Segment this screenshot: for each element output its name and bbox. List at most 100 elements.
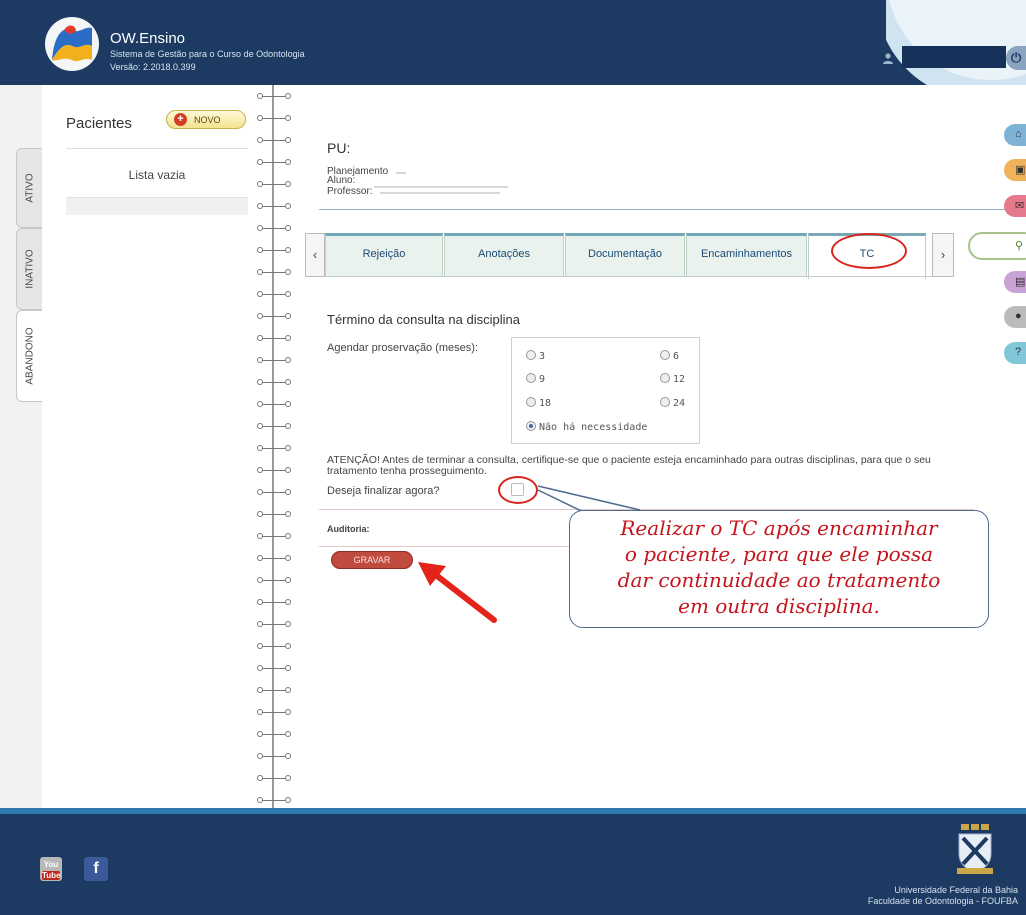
spiral-ring: [255, 599, 293, 607]
help-button[interactable]: ?: [1004, 342, 1026, 364]
radio-icon: [526, 350, 536, 360]
youtube-icon[interactable]: You Tube: [40, 857, 62, 881]
report-icon: ▤: [1015, 276, 1026, 288]
checkbox-highlight-circle: [498, 476, 538, 504]
option-3-label: 3: [539, 351, 546, 362]
youtube-you-text: You: [43, 860, 59, 869]
user-icon: ●: [1015, 310, 1022, 322]
option-no-need-label: Não há necessidade: [539, 422, 648, 433]
option-9[interactable]: 9: [526, 373, 545, 385]
spiral-ring: [255, 423, 293, 431]
app-header: OW.Ensino Sistema de Gestão para o Curso…: [0, 0, 1026, 85]
spiral-ring: [255, 291, 293, 299]
home-button[interactable]: ⌂: [1004, 124, 1026, 146]
callout-pointer-line-2: [537, 485, 641, 511]
option-6[interactable]: 6: [660, 350, 679, 362]
tab-abandono-label: ABANDONO: [24, 327, 35, 385]
option-6-label: 6: [673, 351, 680, 362]
mail-icon: ✉: [1015, 200, 1025, 212]
spiral-ring: [255, 731, 293, 739]
spiral-ring: [255, 467, 293, 475]
spiral-ring: [255, 313, 293, 321]
radio-selected-icon: [526, 421, 536, 431]
pu-label: PU:: [327, 140, 351, 156]
university-name: Universidade Federal da Bahia: [894, 885, 1018, 895]
spiral-ring: [255, 643, 293, 651]
mail-button[interactable]: ✉: [1004, 195, 1026, 217]
spiral-ring: [255, 775, 293, 783]
spiral-ring: [255, 137, 293, 145]
option-24[interactable]: 24: [660, 397, 685, 409]
tabs-baseline: [325, 276, 932, 277]
user-button[interactable]: ●: [1004, 306, 1026, 328]
spiral-ring: [255, 797, 293, 805]
report-button[interactable]: ▤: [1004, 271, 1026, 293]
option-3[interactable]: 3: [526, 350, 545, 362]
empty-list-text: Lista vazia: [128, 168, 186, 182]
option-24-label: 24: [673, 398, 686, 409]
spiral-ring: [255, 621, 293, 629]
spiral-ring: [255, 555, 293, 563]
tab-abandono[interactable]: ABANDONO: [16, 310, 42, 402]
header-decoration: [886, 0, 1026, 85]
option-18-label: 18: [539, 398, 552, 409]
student-value: [374, 186, 508, 188]
spiral-ring: [255, 445, 293, 453]
arrow-head-icon: [418, 562, 446, 586]
spiral-ring: [255, 379, 293, 387]
tab-ativo[interactable]: ATIVO: [16, 148, 42, 228]
spiral-ring: [255, 225, 293, 233]
search-button[interactable]: ⚲: [1004, 235, 1026, 257]
save-button[interactable]: GRAVAR: [331, 551, 413, 569]
option-12-label: 12: [673, 374, 686, 385]
spiral-ring: [255, 269, 293, 277]
tc-highlight-circle: [831, 233, 907, 269]
patients-divider: [66, 148, 248, 149]
logout-button[interactable]: ⏻: [1006, 46, 1026, 70]
option-9-label: 9: [539, 374, 546, 385]
tab-inativo-label: INATIVO: [24, 249, 35, 289]
spiral-ring: [255, 687, 293, 695]
tab-documentacao[interactable]: Documentação: [565, 233, 685, 277]
spiral-ring: [255, 511, 293, 519]
option-no-need[interactable]: Não há necessidade: [526, 421, 647, 433]
facebook-icon[interactable]: f: [84, 857, 108, 881]
professor-label: Professor:: [327, 186, 373, 197]
tabs-next-button[interactable]: ›: [932, 233, 954, 277]
arrow-icon: [429, 569, 497, 623]
app-logo-icon: [45, 17, 99, 71]
tab-anotacoes[interactable]: Anotações: [444, 233, 564, 277]
help-icon: ?: [1015, 346, 1022, 358]
spiral-binding: [255, 85, 293, 808]
spiral-ring: [255, 203, 293, 211]
spiral-ring: [255, 181, 293, 189]
finalize-label: Deseja finalizar agora?: [327, 485, 440, 497]
faculty-name: Faculdade de Odontologia - FOUFBA: [867, 896, 1018, 906]
spiral-ring: [255, 533, 293, 541]
app-subtitle: Sistema de Gestão para o Curso de Odonto…: [110, 49, 305, 59]
annotation-callout: Realizar o TC após encaminhar o paciente…: [569, 510, 989, 628]
new-patient-label: NOVO: [194, 115, 221, 125]
plus-icon: +: [174, 113, 187, 126]
power-icon: ⏻: [1011, 50, 1022, 65]
app-version: Versão: 2.2018.0.399: [110, 62, 196, 72]
option-18[interactable]: 18: [526, 397, 551, 409]
callout-line-1: Realizar o TC após encaminhar: [620, 516, 938, 540]
tab-inativo[interactable]: INATIVO: [16, 228, 42, 310]
spiral-ring: [255, 489, 293, 497]
tab-encaminhamentos[interactable]: Encaminhamentos: [686, 233, 807, 277]
user-name-field[interactable]: [902, 46, 1006, 68]
chevron-right-icon: ›: [940, 247, 946, 262]
tab-rejeicao[interactable]: Rejeição: [325, 233, 443, 277]
radio-icon: [660, 350, 670, 360]
callout-line-3: dar continuidade ao tratamento: [617, 568, 941, 592]
warning-text: ATENÇÃO! Antes de terminar a consulta, c…: [327, 454, 931, 477]
option-12[interactable]: 12: [660, 373, 685, 385]
spiral-ring: [255, 357, 293, 365]
tabs-prev-button[interactable]: ‹: [305, 233, 325, 277]
new-patient-button[interactable]: + NOVO: [166, 110, 246, 129]
spiral-ring: [255, 159, 293, 167]
calendar-button[interactable]: ▣: [1004, 159, 1026, 181]
patients-title: Pacientes: [66, 115, 132, 132]
professor-value: [380, 192, 500, 194]
